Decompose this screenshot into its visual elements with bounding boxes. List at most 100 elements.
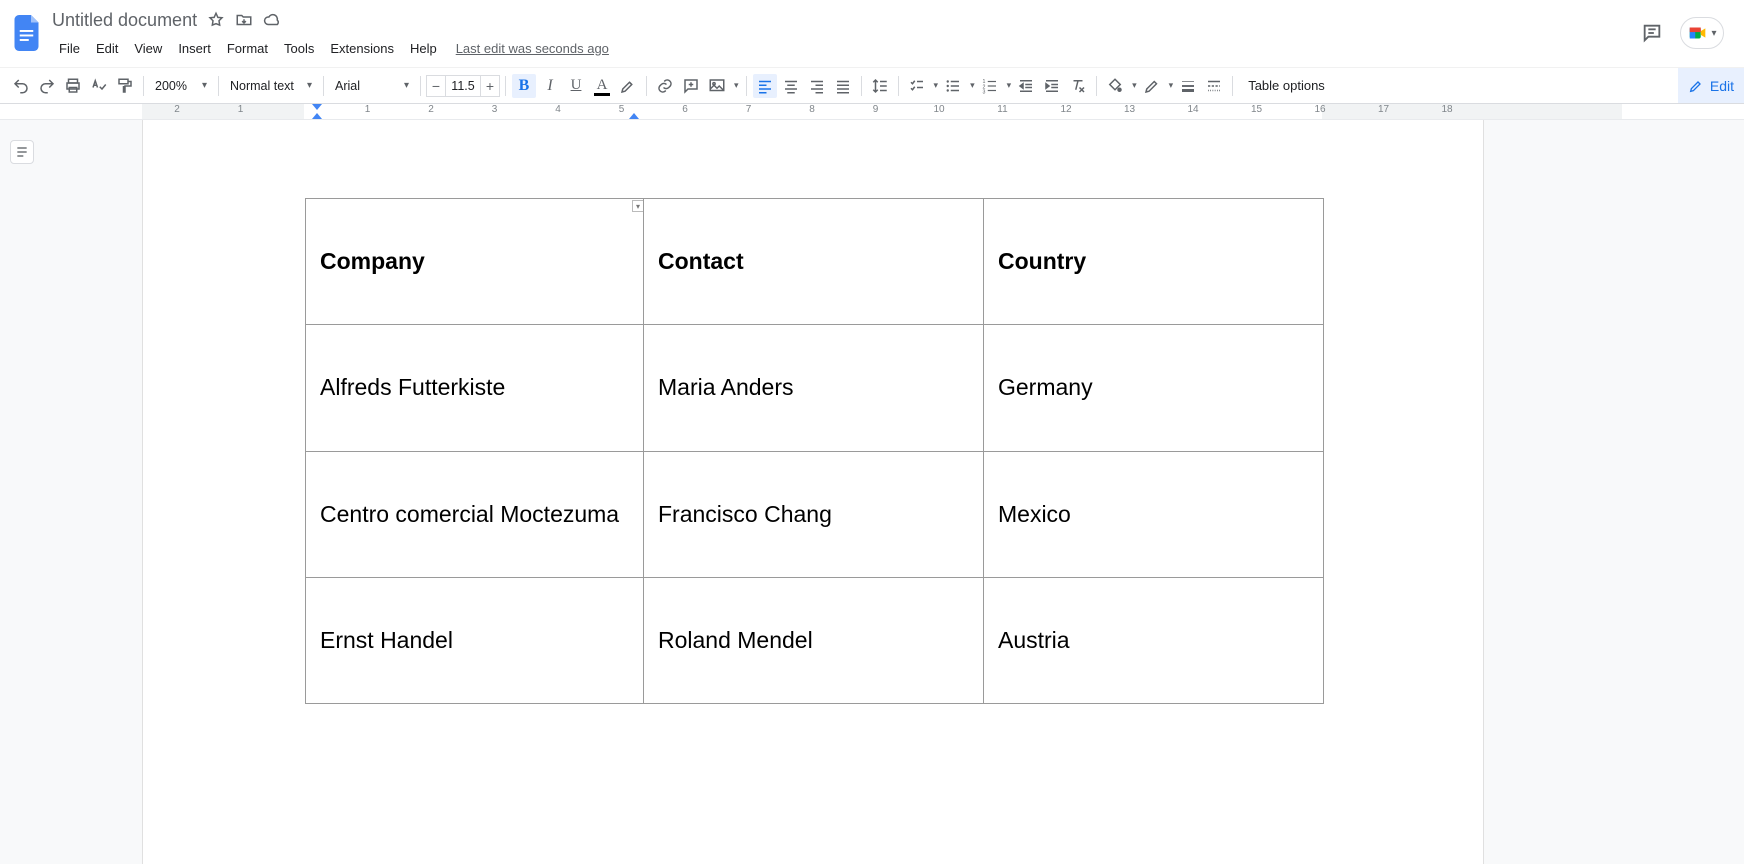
add-comment-button[interactable] <box>679 74 703 98</box>
insert-link-button[interactable] <box>653 74 677 98</box>
border-style-button[interactable] <box>1202 74 1226 98</box>
align-left-button[interactable] <box>753 74 777 98</box>
table-options-button[interactable]: Table options <box>1238 78 1335 93</box>
table-cell[interactable]: Centro comercial Moctezuma <box>306 451 644 577</box>
docs-logo-icon <box>14 15 42 51</box>
table-header-cell[interactable]: Country <box>984 199 1324 325</box>
pencil-icon <box>1688 78 1704 94</box>
text-color-button[interactable]: A <box>590 74 614 98</box>
spellcheck-button[interactable] <box>87 74 111 98</box>
table-cell[interactable]: Germany <box>984 325 1324 451</box>
ruler-tick: 14 <box>1187 104 1198 115</box>
menu-file[interactable]: File <box>52 37 87 60</box>
ruler-tick: 1 <box>365 104 371 115</box>
ruler-tick: 2 <box>428 104 434 115</box>
bulleted-list-button[interactable] <box>941 74 965 98</box>
toolbar: 200% Normal text Arial − 11.5 + B I U A … <box>0 68 1744 104</box>
line-spacing-button[interactable] <box>868 74 892 98</box>
menu-edit[interactable]: Edit <box>89 37 125 60</box>
horizontal-ruler[interactable]: 21123456789101112131415161718 <box>0 104 1744 120</box>
decrease-indent-button[interactable] <box>1014 74 1038 98</box>
menu-insert[interactable]: Insert <box>171 37 218 60</box>
bulleted-list-dropdown[interactable]: ▾ <box>966 80 977 91</box>
print-button[interactable] <box>61 74 85 98</box>
move-icon[interactable] <box>235 11 253 29</box>
paint-format-button[interactable] <box>113 74 137 98</box>
meet-button[interactable]: ▾ <box>1680 17 1724 49</box>
menu-extensions[interactable]: Extensions <box>323 37 401 60</box>
font-dropdown[interactable]: Arial <box>329 74 415 98</box>
align-right-button[interactable] <box>805 74 829 98</box>
redo-button[interactable] <box>35 74 59 98</box>
cloud-saved-icon[interactable] <box>263 11 281 29</box>
checklist-button[interactable] <box>905 74 929 98</box>
table-cell[interactable]: Maria Anders <box>644 325 984 451</box>
italic-button[interactable]: I <box>538 74 562 98</box>
ruler-tick: 18 <box>1441 104 1452 115</box>
cell-fill-color-button[interactable] <box>1103 74 1127 98</box>
document-page[interactable]: ▾ Company Contact Country Alfreds Futter… <box>142 120 1484 864</box>
ruler-tick: 12 <box>1060 104 1071 115</box>
meet-icon <box>1687 22 1709 44</box>
ruler-tick: 13 <box>1124 104 1135 115</box>
insert-image-button[interactable] <box>705 74 729 98</box>
table-row[interactable]: Centro comercial Moctezuma Francisco Cha… <box>306 451 1324 577</box>
undo-button[interactable] <box>9 74 33 98</box>
header: Untitled document File Edit View Insert … <box>0 0 1744 68</box>
font-size-input[interactable]: 11.5 <box>446 75 480 97</box>
font-size-increase-button[interactable]: + <box>480 75 500 97</box>
table-header-cell[interactable]: Contact <box>644 199 984 325</box>
align-center-button[interactable] <box>779 74 803 98</box>
table-cell[interactable]: Alfreds Futterkiste <box>306 325 644 451</box>
paragraph-style-dropdown[interactable]: Normal text <box>224 74 318 98</box>
ruler-tick: 11 <box>997 104 1007 115</box>
highlight-color-button[interactable] <box>616 74 640 98</box>
table-cell[interactable]: Francisco Chang <box>644 451 984 577</box>
font-size-decrease-button[interactable]: − <box>426 75 446 97</box>
first-line-indent-marker[interactable] <box>312 104 322 110</box>
star-icon[interactable] <box>207 11 225 29</box>
numbered-list-dropdown[interactable]: ▾ <box>1003 80 1014 91</box>
menu-help[interactable]: Help <box>403 37 444 60</box>
menu-format[interactable]: Format <box>220 37 275 60</box>
table-row[interactable]: Ernst Handel Roland Mendel Austria <box>306 578 1324 704</box>
table-row[interactable]: Company Contact Country <box>306 199 1324 325</box>
menu-tools[interactable]: Tools <box>277 37 321 60</box>
last-edit-link[interactable]: Last edit was seconds ago <box>456 41 609 56</box>
border-color-button[interactable] <box>1140 74 1164 98</box>
ruler-tick: 10 <box>933 104 944 115</box>
document-title[interactable]: Untitled document <box>52 10 197 31</box>
table-cell[interactable]: Roland Mendel <box>644 578 984 704</box>
cell-fill-color-dropdown[interactable]: ▾ <box>1128 80 1139 91</box>
menu-view[interactable]: View <box>127 37 169 60</box>
border-width-button[interactable] <box>1176 74 1200 98</box>
font-size-control: − 11.5 + <box>426 75 500 97</box>
ruler-tick: 4 <box>555 104 561 115</box>
table-cell[interactable]: Mexico <box>984 451 1324 577</box>
border-color-dropdown[interactable]: ▾ <box>1165 80 1176 91</box>
bold-button[interactable]: B <box>512 74 536 98</box>
underline-button[interactable]: U <box>564 74 588 98</box>
ruler-tick: 2 <box>174 104 180 115</box>
table-row[interactable]: Alfreds Futterkiste Maria Anders Germany <box>306 325 1324 451</box>
document-table[interactable]: Company Contact Country Alfreds Futterki… <box>305 198 1324 704</box>
menu-bar: File Edit View Insert Format Tools Exten… <box>52 36 1638 60</box>
table-header-cell[interactable]: Company <box>306 199 644 325</box>
ruler-tick: 8 <box>809 104 815 115</box>
docs-logo[interactable] <box>8 6 48 60</box>
show-outline-button[interactable] <box>10 140 34 164</box>
zoom-dropdown[interactable]: 200% <box>149 74 213 98</box>
align-justify-button[interactable] <box>831 74 855 98</box>
open-comments-button[interactable] <box>1638 19 1666 47</box>
numbered-list-button[interactable]: 123 <box>978 74 1002 98</box>
editing-mode-button[interactable]: Edit <box>1678 68 1744 103</box>
left-indent-marker[interactable] <box>312 113 322 119</box>
right-indent-marker[interactable] <box>629 113 639 119</box>
table-cell[interactable]: Austria <box>984 578 1324 704</box>
clear-formatting-button[interactable] <box>1066 74 1090 98</box>
table-cell[interactable]: Ernst Handel <box>306 578 644 704</box>
increase-indent-button[interactable] <box>1040 74 1064 98</box>
checklist-dropdown[interactable]: ▾ <box>930 80 941 91</box>
insert-image-dropdown[interactable]: ▾ <box>730 80 741 91</box>
ruler-tick: 5 <box>619 104 625 115</box>
